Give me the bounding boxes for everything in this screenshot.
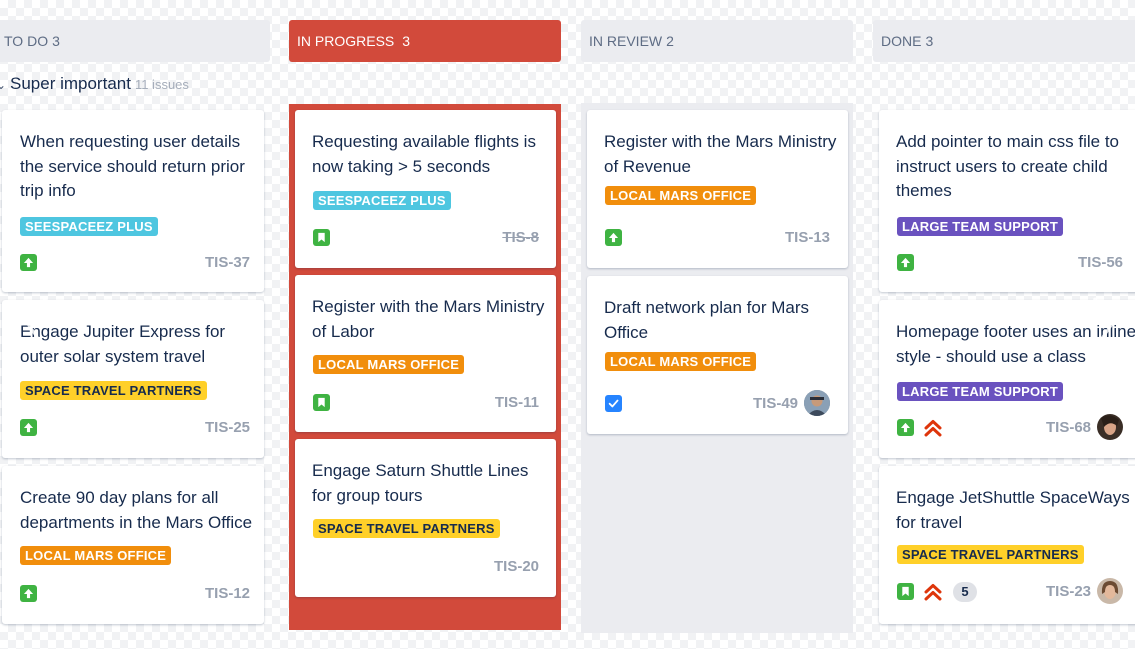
issue-card[interactable]: Engage JetShuttle SpaceWays for travel S…	[879, 466, 1135, 624]
issue-key[interactable]: TIS-25	[205, 418, 250, 438]
swimlane-title: Super important	[10, 74, 131, 93]
issue-card[interactable]: Register with the Mars Ministry of Labor…	[295, 275, 556, 432]
column-count: 2	[666, 33, 674, 49]
issue-key[interactable]: TIS-11	[495, 393, 539, 413]
card-footer: TIS-11	[313, 393, 539, 413]
epic-label: SPACE TRAVEL PARTNERS	[897, 545, 1084, 564]
card-title: Create 90 day plans for all departments …	[20, 488, 253, 532]
card-footer: TIS-13	[605, 228, 830, 248]
card-title: Engage JetShuttle SpaceWays for travel	[896, 488, 1130, 532]
card-title: Register with the Mars Ministry of Reven…	[604, 132, 837, 176]
issue-card[interactable]: Create 90 day plans for all departments …	[2, 466, 264, 624]
card-title: When requesting user details the service…	[20, 132, 245, 200]
issue-card[interactable]: Requesting available flights is now taki…	[295, 110, 556, 268]
issue-key[interactable]: TIS-20	[494, 557, 539, 577]
epic-label: SEESPACEEZ PLUS	[20, 217, 158, 236]
card-footer: TIS-37	[20, 253, 250, 273]
card-footer: TIS-56	[897, 253, 1123, 273]
card-footer: TIS-8	[313, 228, 539, 248]
epic-label: SEESPACEEZ PLUS	[313, 191, 451, 210]
chevron-right-icon[interactable]	[1088, 294, 1118, 354]
swimlane-header[interactable]: ⌄ Super important 11 issues	[0, 72, 189, 96]
column-title: DONE	[881, 33, 922, 49]
epic-label: LARGE TEAM SUPPORT	[897, 217, 1063, 236]
card-footer: TIS-12	[20, 584, 250, 604]
column-header-done[interactable]: DONE 3	[873, 20, 1135, 62]
card-title: Requesting available flights is now taki…	[312, 132, 536, 176]
story-icon	[897, 254, 914, 271]
column-title: IN REVIEW	[589, 33, 663, 49]
story-icon	[605, 229, 622, 246]
column-header-in-review[interactable]: IN REVIEW 2	[581, 20, 853, 62]
issue-card[interactable]: Engage Saturn Shuttle Lines for group to…	[295, 439, 556, 597]
card-title: Engage Saturn Shuttle Lines for group to…	[312, 461, 529, 505]
card-footer: TIS-25	[20, 418, 250, 438]
issue-card[interactable]: Register with the Mars Ministry of Reven…	[587, 110, 848, 268]
epic-label: LOCAL MARS OFFICE	[313, 355, 465, 374]
issue-card[interactable]: Add pointer to main css file to instruct…	[879, 110, 1135, 292]
column-title: TO DO	[4, 33, 49, 49]
card-footer: TIS-49	[605, 390, 830, 416]
issue-card[interactable]: Draft network plan for Mars Office LOCAL…	[587, 276, 848, 434]
column-title: IN PROGRESS	[297, 33, 395, 49]
avatar[interactable]	[1097, 414, 1123, 440]
avatar[interactable]	[804, 390, 830, 416]
story-points-badge: 5	[953, 582, 977, 602]
epic-label: SPACE TRAVEL PARTNERS	[313, 519, 500, 538]
issue-key[interactable]: TIS-12	[205, 584, 250, 604]
chevron-left-icon[interactable]	[22, 294, 52, 354]
card-footer: TIS-68	[897, 414, 1123, 440]
card-title: Add pointer to main css file to instruct…	[896, 132, 1120, 200]
epic-label: LOCAL MARS OFFICE	[20, 546, 172, 565]
epic-label: LOCAL MARS OFFICE	[605, 186, 757, 205]
swimlane-issue-count: 11 issues	[134, 77, 189, 92]
issue-key[interactable]: TIS-37	[205, 253, 250, 273]
card-title: Draft network plan for Mars Office	[604, 298, 810, 342]
priority-highest-icon	[923, 582, 943, 602]
epic-label: SPACE TRAVEL PARTNERS	[20, 381, 207, 400]
column-count: 3	[52, 33, 60, 49]
bookmark-icon	[313, 394, 330, 411]
story-icon	[20, 254, 37, 271]
card-footer: 5 TIS-23	[897, 578, 1123, 604]
issue-key[interactable]: TIS-68	[1046, 418, 1091, 438]
story-icon	[897, 419, 914, 436]
priority-highest-icon	[923, 418, 943, 438]
epic-label: LOCAL MARS OFFICE	[605, 352, 757, 371]
issue-key[interactable]: TIS-23	[1046, 582, 1091, 602]
column-header-in-progress[interactable]: IN PROGRESS 3	[289, 20, 561, 62]
issue-key[interactable]: TIS-13	[785, 228, 830, 248]
issue-card[interactable]: When requesting user details the service…	[2, 110, 264, 292]
issue-key[interactable]: TIS-56	[1078, 253, 1123, 273]
column-count: 3	[925, 33, 934, 49]
column-header-todo[interactable]: TO DO 3	[0, 20, 270, 62]
issue-key[interactable]: TIS-49	[753, 394, 798, 414]
column-count: 3	[402, 33, 411, 49]
bookmark-icon	[313, 229, 330, 246]
card-title: Engage Jupiter Express for outer solar s…	[20, 322, 226, 366]
card-footer: TIS-20	[313, 557, 539, 577]
bookmark-icon	[897, 583, 914, 600]
story-icon	[20, 585, 37, 602]
card-title: Register with the Mars Ministry of Labor	[312, 297, 545, 341]
story-icon	[20, 419, 37, 436]
avatar[interactable]	[1097, 578, 1123, 604]
epic-label: LARGE TEAM SUPPORT	[897, 382, 1063, 401]
checkbox-icon	[605, 395, 622, 412]
issue-key[interactable]: TIS-8	[502, 228, 539, 248]
chevron-down-icon[interactable]: ⌄	[0, 73, 6, 97]
